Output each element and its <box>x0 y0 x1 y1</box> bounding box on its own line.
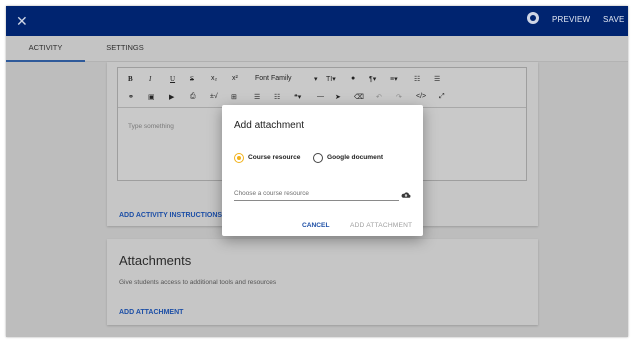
underline-button[interactable]: U <box>170 75 175 83</box>
cloud-upload-icon[interactable] <box>401 191 411 199</box>
course-resource-label: Course resource <box>248 154 301 161</box>
add-attachment-dialog: Add attachment Course resource Google do… <box>222 105 423 236</box>
superscript-button[interactable]: x² <box>232 75 238 82</box>
paragraph-format-button[interactable]: ¶▾ <box>369 75 376 83</box>
course-resource-field[interactable]: Choose a course resource <box>234 189 399 201</box>
tab-settings[interactable]: SETTINGS <box>102 36 148 62</box>
undo-icon[interactable]: ↶ <box>376 93 382 101</box>
video-icon[interactable]: ▶ <box>169 93 174 101</box>
radio-unchecked-icon <box>313 153 323 163</box>
code-view-icon[interactable]: </> <box>416 93 426 100</box>
dialog-title: Add attachment <box>234 120 305 131</box>
image-icon[interactable]: ▣ <box>148 93 155 101</box>
clear-format-icon[interactable]: ⌫ <box>354 93 364 101</box>
app-window: ✕ PREVIEW SAVE ACTIVITY SETTINGS B I U S… <box>6 6 628 337</box>
subscript-button[interactable]: x₂ <box>211 75 217 82</box>
indent-icon[interactable]: ☷ <box>274 93 280 101</box>
attachments-description: Give students access to additional tools… <box>119 279 277 286</box>
text-color-icon[interactable]: ● <box>351 75 355 82</box>
outdent-icon[interactable]: ☰ <box>254 93 260 101</box>
attachments-card: Attachments Give students access to addi… <box>107 239 538 325</box>
tab-activity[interactable]: ACTIVITY <box>6 36 85 62</box>
table-icon[interactable]: ⊞ <box>231 93 237 101</box>
italic-button[interactable]: I <box>149 75 151 83</box>
add-attachment-button[interactable]: ADD ATTACHMENT <box>350 222 412 229</box>
file-icon[interactable]: ⎙ <box>190 93 196 101</box>
select-all-icon[interactable]: ➤ <box>335 93 341 101</box>
close-icon[interactable]: ✕ <box>16 12 28 30</box>
editor-toolbar: B I U S x₂ x² Font Family ▾ TI▾ ● ¶▾ ≡▾ … <box>118 68 526 108</box>
google-document-radio[interactable]: Google document <box>313 152 393 164</box>
save-button[interactable]: SAVE <box>603 15 625 24</box>
attachments-heading: Attachments <box>119 253 192 268</box>
cancel-button[interactable]: CANCEL <box>302 222 329 229</box>
redo-icon[interactable]: ↷ <box>396 93 402 101</box>
font-family-select[interactable]: Font Family <box>255 75 292 82</box>
chevron-down-icon[interactable]: ▾ <box>314 75 318 83</box>
fullscreen-icon[interactable]: ⤢ <box>439 93 445 101</box>
add-attachment-link[interactable]: ADD ATTACHMENT <box>119 309 183 316</box>
strikethrough-button[interactable]: S <box>190 75 194 83</box>
preview-button[interactable]: PREVIEW <box>552 15 590 24</box>
tab-bar: ACTIVITY SETTINGS <box>6 36 628 62</box>
align-button[interactable]: ≡▾ <box>390 75 398 83</box>
help-icon[interactable] <box>527 12 539 24</box>
add-activity-instructions-link[interactable]: ADD ACTIVITY INSTRUCTIONS <box>119 212 222 219</box>
course-resource-radio[interactable]: Course resource <box>234 152 306 164</box>
link-icon[interactable]: ⚭ <box>128 93 134 101</box>
app-bar: ✕ PREVIEW SAVE <box>6 6 628 36</box>
unordered-list-icon[interactable]: ☰ <box>434 75 440 83</box>
google-document-label: Google document <box>327 154 384 161</box>
horizontal-line-icon[interactable]: — <box>317 93 324 100</box>
math-icon[interactable]: ±√ <box>210 93 218 100</box>
radio-checked-icon <box>234 153 244 163</box>
course-resource-placeholder: Choose a course resource <box>234 190 309 197</box>
editor-placeholder[interactable]: Type something <box>128 123 174 130</box>
font-size-button[interactable]: TI▾ <box>326 75 336 83</box>
ordered-list-icon[interactable]: ☷ <box>414 75 420 83</box>
bold-button[interactable]: B <box>128 75 133 83</box>
quote-button[interactable]: ❝▾ <box>294 93 301 101</box>
